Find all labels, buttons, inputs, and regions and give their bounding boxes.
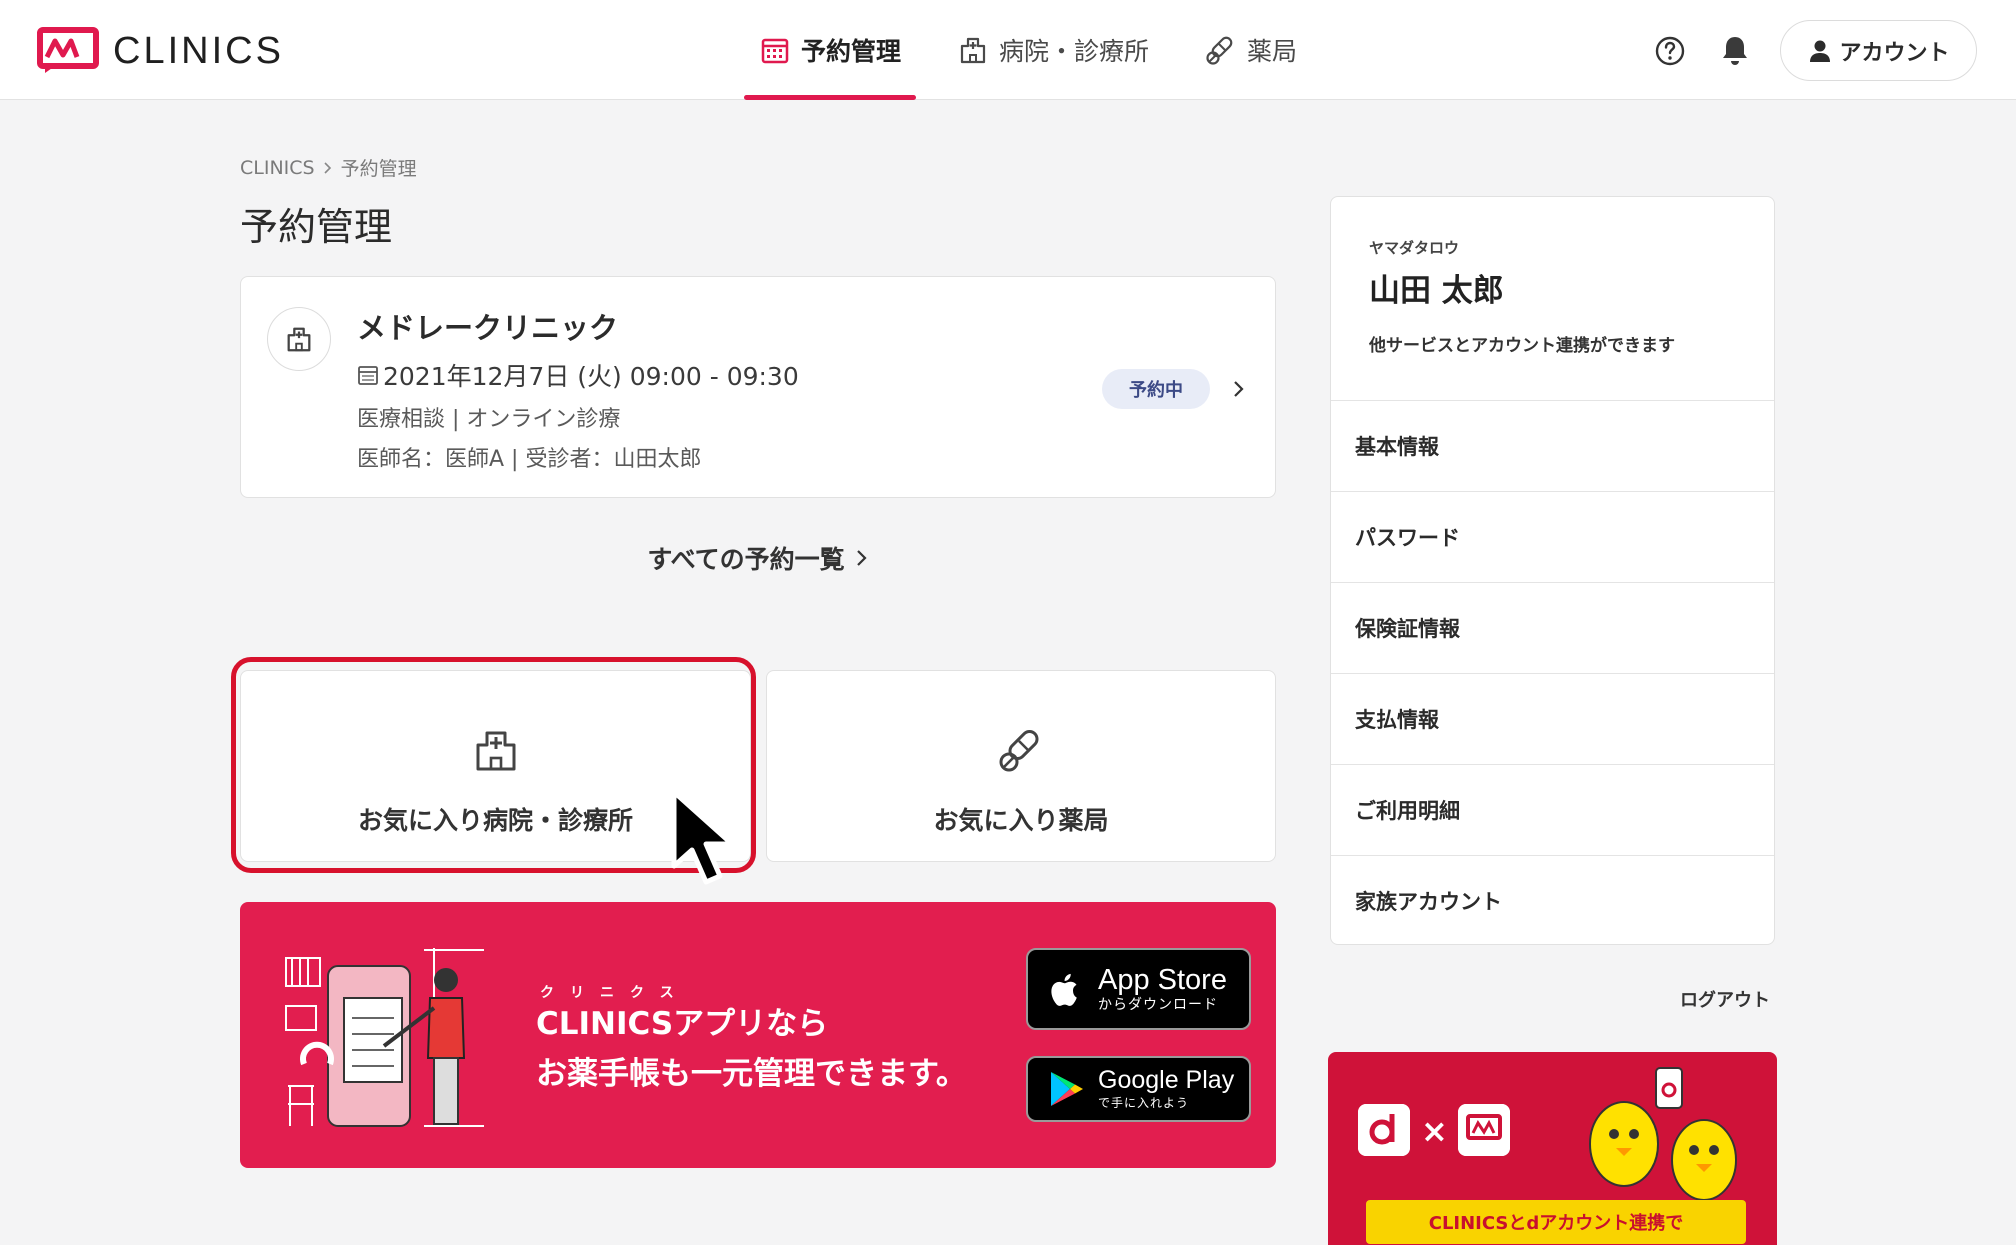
- bell-icon[interactable]: [1718, 33, 1752, 67]
- app-store-button[interactable]: App Store からダウンロード: [1026, 948, 1251, 1030]
- clinic-name: メドレークリニック: [357, 311, 619, 345]
- clinics-logo[interactable]: CLINICS: [37, 26, 284, 76]
- hospital-icon: [960, 37, 986, 64]
- top-header: CLINICS 予約管理 病院・診療所 薬局 アカウント: [0, 0, 2016, 100]
- nav-label: 予約管理: [801, 37, 902, 66]
- pill-icon: [999, 729, 1039, 772]
- app-store-sub: からダウンロード: [1098, 997, 1218, 1013]
- appointment-date: 2021年12月7日 (火) 09:00 - 09:30: [357, 357, 799, 393]
- all-appointments-label: すべての予約一覧: [647, 545, 845, 574]
- account-link-note[interactable]: 他サービスとアカウント連携ができます: [1369, 331, 1675, 356]
- app-store-label: App Store: [1098, 964, 1227, 996]
- clinic-avatar: [267, 307, 331, 371]
- all-appointments-link[interactable]: すべての予約一覧: [0, 540, 1516, 576]
- breadcrumb: CLINICS 予約管理: [240, 154, 417, 181]
- nav-label: 病院・診療所: [999, 37, 1150, 66]
- main-nav: 予約管理 病院・診療所 薬局: [740, 0, 1316, 100]
- google-play-sub: で手に入れよう: [1098, 1096, 1190, 1110]
- nav-hospitals[interactable]: 病院・診療所: [938, 0, 1168, 100]
- banner-subline: お薬手帳も一元管理できます。: [536, 1056, 967, 1092]
- status-badge: 予約中: [1102, 369, 1210, 409]
- dpoint-ribbon: CLINICSとdアカウント連携で: [1366, 1200, 1746, 1244]
- user-icon: [1810, 40, 1831, 62]
- banner-headline: CLINICSアプリなら: [536, 1006, 829, 1042]
- clinics-logo-icon: [37, 27, 99, 73]
- menu-usage-statement[interactable]: ご利用明細: [1331, 764, 1774, 855]
- menu-payment-info[interactable]: 支払情報: [1331, 673, 1774, 764]
- logo-text: CLINICS: [113, 29, 284, 72]
- calendar-icon: [761, 38, 789, 64]
- appointment-doctor: 医師名：医師A | 受診者：山田太郎: [357, 447, 702, 472]
- mouse-cursor-icon: [671, 789, 735, 885]
- chevron-right-icon: [1234, 381, 1244, 397]
- menu-family-account[interactable]: 家族アカウント: [1331, 855, 1774, 944]
- logout-link[interactable]: ログアウト: [1680, 986, 1770, 1012]
- google-play-icon: [1051, 1072, 1083, 1106]
- hospital-icon: [287, 327, 311, 352]
- account-button[interactable]: アカウント: [1780, 20, 1977, 81]
- profile-name: 山田 太郎: [1369, 273, 1504, 309]
- favorite-pharmacy-tile[interactable]: お気に入り薬局: [766, 670, 1276, 862]
- clinics-logo-icon: [1458, 1104, 1510, 1156]
- appointment-type: 医療相談 | オンライン診療: [357, 407, 621, 432]
- profile-kana: ヤマダタロウ: [1369, 239, 1460, 257]
- dpoint-promo-banner[interactable]: × CLINICSとdアカウント連携で: [1328, 1052, 1777, 1245]
- breadcrumb-root[interactable]: CLINICS: [240, 157, 315, 179]
- pharmacist-illustration-icon: [285, 948, 484, 1127]
- apple-icon: [1051, 973, 1077, 1006]
- times-icon: ×: [1421, 1112, 1448, 1150]
- appointment-date-text: 2021年12月7日 (火) 09:00 - 09:30: [383, 362, 799, 391]
- nav-reservations[interactable]: 予約管理: [740, 0, 920, 100]
- google-play-button[interactable]: Google Play で手に入れよう: [1026, 1056, 1251, 1122]
- menu-insurance-card[interactable]: 保険証情報: [1331, 582, 1774, 673]
- menu-password[interactable]: パスワード: [1331, 491, 1774, 582]
- help-icon[interactable]: [1654, 35, 1686, 67]
- chevron-right-icon: [324, 161, 331, 174]
- calendar-small-icon: [358, 366, 378, 385]
- nav-pharmacy[interactable]: 薬局: [1186, 0, 1316, 100]
- pill-icon: [1206, 36, 1233, 65]
- breadcrumb-current: 予約管理: [340, 158, 417, 180]
- google-play-label: Google Play: [1098, 1066, 1235, 1094]
- page-title: 予約管理: [240, 205, 393, 249]
- account-sidebar: ヤマダタロウ 山田 太郎 他サービスとアカウント連携ができます 基本情報 パスワ…: [1330, 196, 1775, 945]
- nav-label: 薬局: [1247, 37, 1298, 66]
- account-menu: 基本情報 パスワード 保険証情報 支払情報 ご利用明細 家族アカウント: [1331, 400, 1774, 944]
- account-label: アカウント: [1839, 40, 1950, 66]
- appointment-card[interactable]: メドレークリニック 2021年12月7日 (火) 09:00 - 09:30 医…: [240, 276, 1276, 498]
- chevron-right-icon: [856, 550, 867, 566]
- menu-basic-info[interactable]: 基本情報: [1331, 400, 1774, 491]
- favorite-pharmacy-label: お気に入り薬局: [933, 806, 1109, 835]
- app-promo-banner[interactable]: クリニクス CLINICSアプリなら お薬手帳も一元管理できます。 App St…: [240, 902, 1276, 1168]
- dpoint-logo-icon: [1358, 1104, 1410, 1156]
